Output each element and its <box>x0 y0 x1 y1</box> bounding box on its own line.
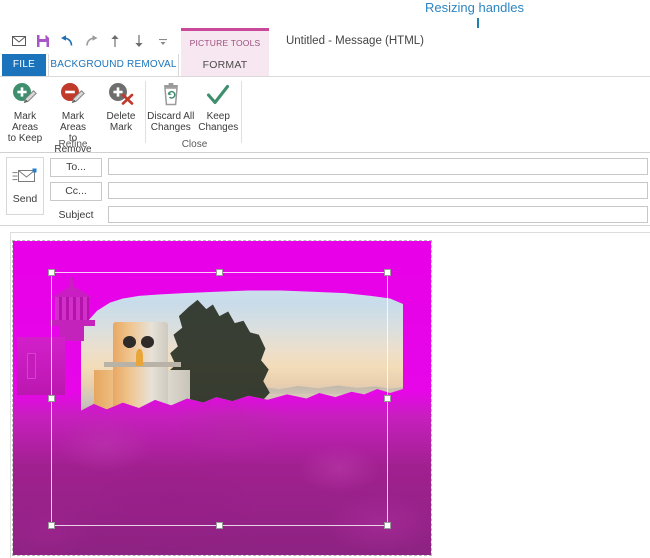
subject-label: Subject <box>58 208 94 221</box>
subject-row: Subject <box>50 205 102 225</box>
undo-icon[interactable] <box>56 30 78 52</box>
selection-frame[interactable] <box>48 269 391 529</box>
annotation-label: Resizing handles <box>425 0 525 15</box>
resize-handle-top-middle[interactable] <box>215 269 223 276</box>
mark-remove-icon <box>59 80 87 110</box>
button-caption: Delete Mark <box>106 111 136 133</box>
send-envelope-icon <box>12 168 38 189</box>
resize-handle-top-right[interactable] <box>384 269 391 276</box>
ribbon: Mark Areas to Keep Mark Areas to Remove <box>0 77 650 155</box>
next-item-icon[interactable] <box>128 30 150 52</box>
to-button[interactable]: To... <box>50 157 102 177</box>
resize-handle-top-left[interactable] <box>48 269 55 276</box>
picture-container[interactable] <box>12 240 432 556</box>
resize-handle-middle-right[interactable] <box>384 395 391 402</box>
ribbon-group-label-refine: Refine <box>58 139 88 150</box>
mark-areas-to-keep-button[interactable]: Mark Areas to Keep <box>1 80 49 144</box>
to-row: To... <box>50 157 102 177</box>
title-bar: Untitled - Message (HTML) PICTURE TOOLS <box>0 28 650 54</box>
message-header: Send To... Cc... Subject <box>0 153 650 226</box>
save-icon[interactable] <box>32 30 54 52</box>
quick-access-toolbar <box>4 28 174 54</box>
cc-row: Cc... <box>50 181 102 201</box>
resize-handle-middle-left[interactable] <box>48 395 55 402</box>
ribbon-tab-strip: FILE BACKGROUND REMOVAL FORMAT <box>0 54 650 77</box>
cc-button[interactable]: Cc... <box>50 181 102 201</box>
resize-handle-bottom-middle[interactable] <box>215 522 223 529</box>
delete-mark-button[interactable]: Delete Mark <box>97 80 145 133</box>
discard-all-changes-button[interactable]: Discard All Changes <box>147 80 195 133</box>
tab-file[interactable]: FILE <box>2 54 46 76</box>
resize-handle-bottom-left[interactable] <box>48 522 55 529</box>
left-building-window <box>27 353 36 379</box>
ribbon-group-close: Discard All Changes Keep Changes Close <box>147 77 242 152</box>
picture-tools-contextual-banner: PICTURE TOOLS <box>181 28 269 54</box>
send-button[interactable]: Send <box>6 157 44 215</box>
to-input[interactable] <box>108 158 648 175</box>
keep-changes-button[interactable]: Keep Changes <box>195 80 243 133</box>
button-caption: Keep Changes <box>198 111 239 133</box>
customize-qat-icon[interactable] <box>152 30 174 52</box>
redo-icon[interactable] <box>80 30 102 52</box>
discard-changes-icon <box>159 80 183 110</box>
ribbon-group-refine: Mark Areas to Keep Mark Areas to Remove <box>0 77 146 155</box>
subject-input[interactable] <box>108 206 648 223</box>
resize-handle-bottom-right[interactable] <box>384 522 391 529</box>
cc-input[interactable] <box>108 182 648 199</box>
previous-item-icon[interactable] <box>104 30 126 52</box>
mark-keep-icon <box>11 80 39 110</box>
delete-mark-icon <box>107 80 135 110</box>
group-divider <box>241 81 242 143</box>
keep-changes-icon <box>205 80 231 110</box>
send-button-label: Send <box>12 192 38 205</box>
tab-background-removal[interactable]: BACKGROUND REMOVAL <box>48 54 179 76</box>
tab-format[interactable]: FORMAT <box>181 54 269 76</box>
envelope-icon[interactable] <box>8 30 30 52</box>
group-divider <box>145 81 146 143</box>
button-caption: Discard All Changes <box>147 111 195 133</box>
picture-background-removal-preview[interactable] <box>12 240 432 556</box>
ribbon-group-label-close: Close <box>181 139 208 150</box>
